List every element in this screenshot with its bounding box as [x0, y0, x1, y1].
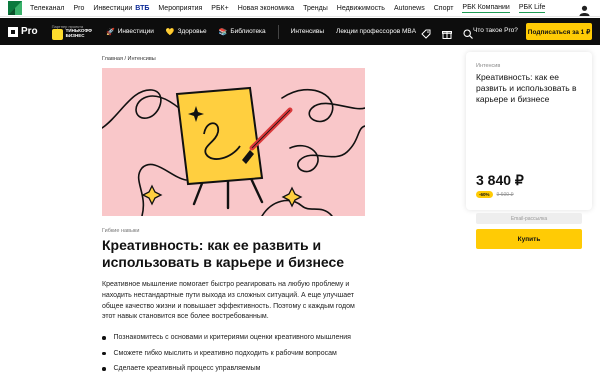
- bullet-dot-icon: [102, 367, 106, 371]
- topnav-item-companies[interactable]: РБК Компании: [462, 4, 510, 13]
- bullet-dot-icon: [102, 351, 106, 355]
- topnav-item-sport[interactable]: Спорт: [434, 5, 454, 12]
- rbc-nav: Телеканал Pro Инвестиции ВТБ Мероприятия…: [30, 4, 546, 13]
- card-title: Креативность: как ее развить и использов…: [476, 72, 577, 104]
- rocket-icon: 🚀: [106, 28, 115, 36]
- subscribe-button[interactable]: Подписаться за 1 ₽: [526, 23, 592, 40]
- article-category[interactable]: Гибкие навыки: [102, 228, 139, 234]
- hero-illustration: [102, 68, 365, 216]
- nav-item-health[interactable]: 💛 Здоровье: [166, 28, 207, 36]
- breadcrumb[interactable]: Главная / Интенсивы: [102, 56, 156, 62]
- rbc-logo-icon[interactable]: [8, 1, 22, 15]
- rbc-topbar: Телеканал Pro Инвестиции ВТБ Мероприятия…: [0, 0, 600, 17]
- topnav-item-investments[interactable]: Инвестиции: [93, 5, 132, 12]
- book-icon: 📚: [218, 28, 228, 36]
- pro-header: Pro Партнер проекта ТИНЬКОФФ БИЗНЕС 🚀 Ин…: [0, 18, 600, 45]
- article-lead: Креативное мышление помогает быстро реаг…: [102, 281, 355, 321]
- topnav-item-rbc-plus[interactable]: РБК+: [211, 5, 228, 12]
- list-item: Сделаете креативный процесс управляемым: [102, 361, 372, 375]
- topnav-item-realty[interactable]: Недвижимость: [337, 5, 385, 12]
- pro-nav: 🚀 Инвестиции 💛 Здоровье 📚 Библиотека Инт…: [106, 24, 416, 39]
- buy-button[interactable]: Купить: [476, 229, 582, 249]
- tag-icon[interactable]: [421, 26, 431, 39]
- discount-badge: -60%: [476, 191, 493, 198]
- topnav-item-autonews[interactable]: Autonews: [394, 5, 425, 12]
- search-icon[interactable]: [463, 26, 473, 39]
- nav-item-investments[interactable]: 🚀 Инвестиции: [106, 28, 154, 36]
- nav-item-intensives[interactable]: Интенсивы: [291, 28, 324, 35]
- list-item: Сможете гибко мыслить и креативно подход…: [102, 346, 372, 362]
- tinkoff-logo-icon: [51, 28, 63, 40]
- topnav-item-life[interactable]: РБК Life: [518, 4, 546, 13]
- card-price: 3 840 ₽: [476, 172, 524, 188]
- nav-divider: [277, 24, 279, 39]
- gift-icon[interactable]: [442, 26, 452, 39]
- partner-block[interactable]: Партнер проекта ТИНЬКОФФ БИЗНЕС: [51, 24, 92, 40]
- purchase-card: Интенсив Креативность: как ее развить и …: [466, 52, 592, 249]
- heart-icon: 💛: [165, 28, 175, 36]
- benefits-list: Познакомитесь с основами и критериями оц…: [102, 330, 372, 375]
- user-icon[interactable]: [579, 3, 590, 16]
- topnav-item-trends[interactable]: Тренды: [303, 5, 328, 12]
- bullet-dot-icon: [102, 336, 106, 340]
- vtb-logo[interactable]: ВТБ: [135, 5, 149, 12]
- pro-logo[interactable]: Pro: [8, 26, 38, 37]
- topnav-item-pro[interactable]: Pro: [73, 5, 84, 12]
- what-is-pro-link[interactable]: Что такое Pro?: [473, 27, 518, 34]
- pro-logo-icon: [8, 26, 18, 37]
- old-price: 9 600 ₽: [496, 191, 514, 198]
- topnav-item-new-economy[interactable]: Новая экономика: [238, 5, 294, 12]
- topnav-item-tv[interactable]: Телеканал: [30, 5, 64, 12]
- topnav-item-events[interactable]: Мероприятия: [158, 5, 202, 12]
- email-field[interactable]: Email-рассылка: [476, 213, 582, 224]
- card-type: Интенсив: [476, 63, 501, 69]
- partner-name-sub: БИЗНЕС: [65, 33, 85, 38]
- nav-item-library[interactable]: 📚 Библиотека: [219, 28, 266, 36]
- nav-item-mba-lectures[interactable]: Лекции профессоров MBA: [336, 28, 416, 35]
- article-title: Креативность: как ее развить и использов…: [102, 237, 345, 270]
- list-item: Познакомитесь с основами и критериями оц…: [102, 330, 372, 346]
